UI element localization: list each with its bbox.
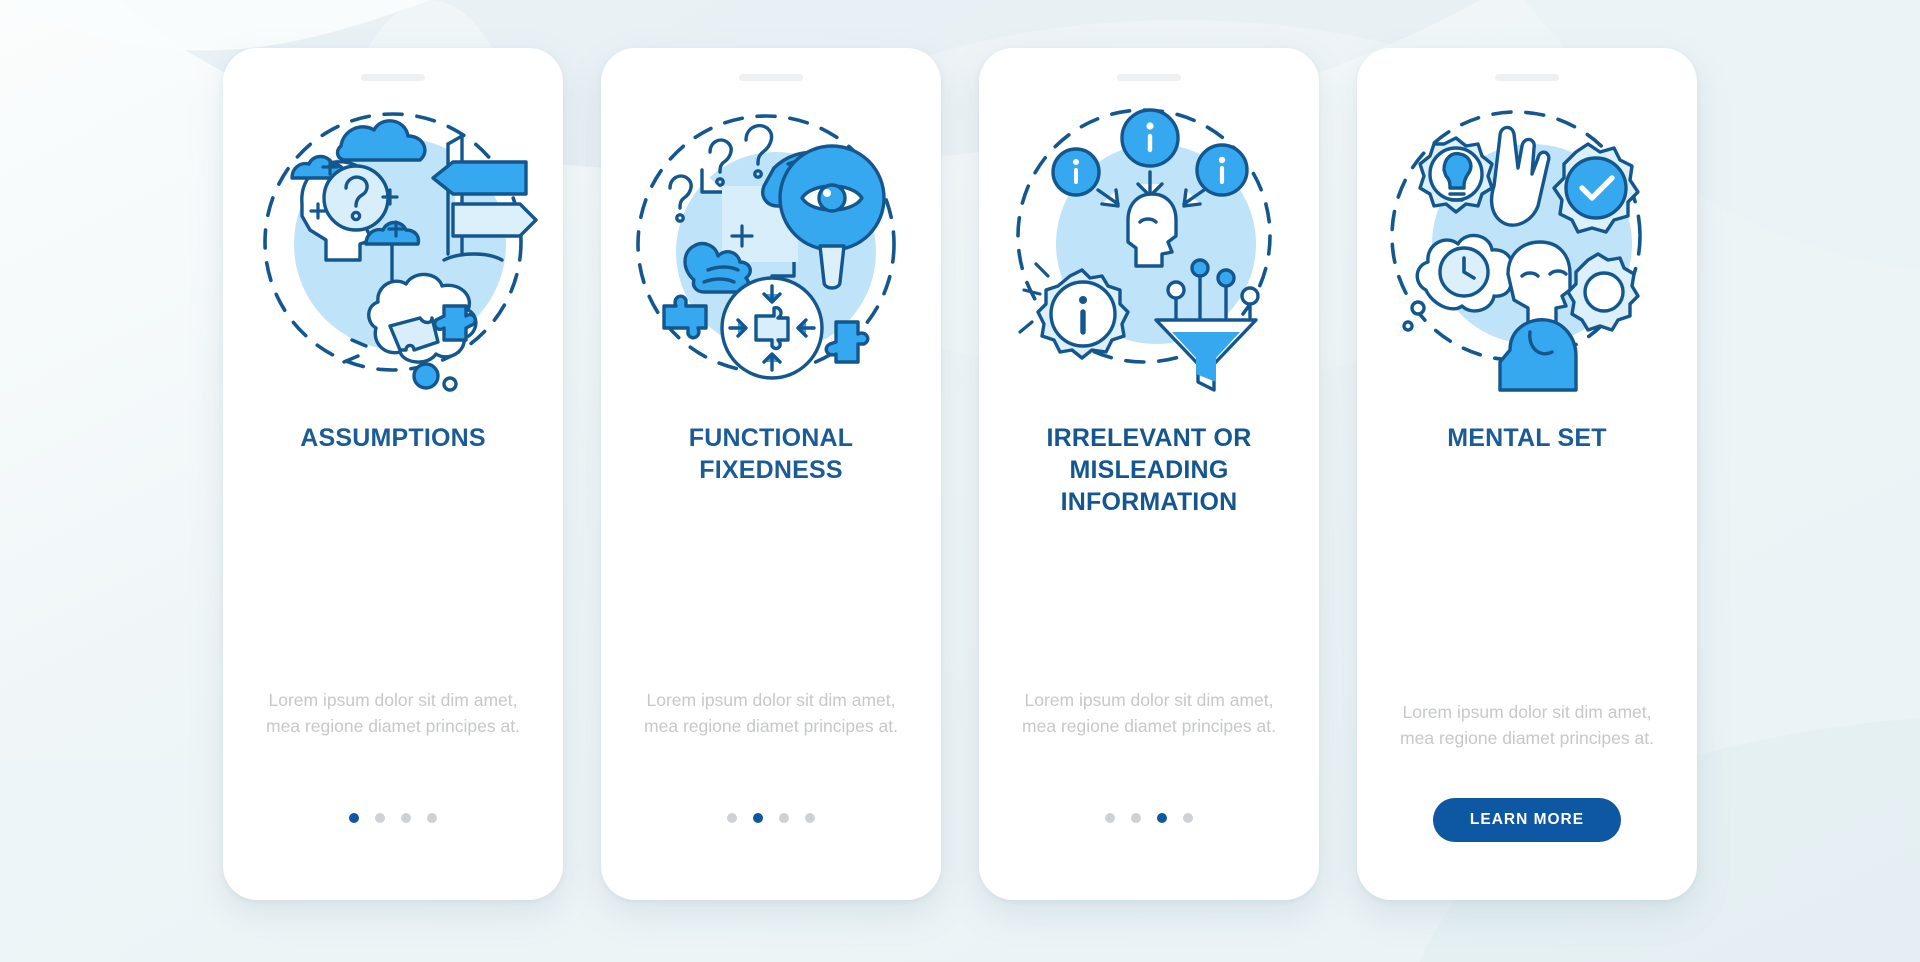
pagination-dot-4[interactable]	[1183, 813, 1193, 823]
onboarding-screen-functional-fixedness: FUNCTIONAL FIXEDNESS Lorem ipsum dolor s…	[601, 48, 941, 900]
status-notch-bar	[1117, 74, 1181, 81]
pagination-dots[interactable]	[727, 798, 815, 838]
pagination-dots[interactable]	[349, 798, 437, 838]
pagination-dot-4[interactable]	[805, 813, 815, 823]
status-notch-bar	[361, 74, 425, 81]
pagination-dot-4[interactable]	[427, 813, 437, 823]
pagination-dot-2[interactable]	[753, 813, 763, 823]
onboarding-screen-assumptions: ASSUMPTIONS Lorem ipsum dolor sit dim am…	[223, 48, 563, 900]
title-line: MENTAL SET	[1447, 424, 1607, 452]
page-title: MENTAL SET	[1388, 423, 1666, 455]
circular-arrows-icon	[720, 276, 824, 380]
status-notch-bar	[739, 74, 803, 81]
pagination-dot-2[interactable]	[375, 813, 385, 823]
pagination-dot-3[interactable]	[401, 813, 411, 823]
pagination-dot-3[interactable]	[1157, 813, 1167, 823]
page-description: Lorem ipsum dolor sit dim amet, mea regi…	[1400, 701, 1654, 749]
mental-set-illustration	[1377, 91, 1677, 397]
status-notch-bar	[1495, 74, 1559, 81]
pagination-dot-1[interactable]	[349, 813, 359, 823]
page-description: Lorem ipsum dolor sit dim amet, mea regi…	[1022, 689, 1276, 737]
lightbulb-gear-icon	[1418, 136, 1494, 214]
onboarding-screen-mental-set: MENTAL SET Lorem ipsum dolor sit dim ame…	[1357, 48, 1697, 900]
title-line: IRRELEVANT OR	[1046, 424, 1252, 452]
page-description: Lorem ipsum dolor sit dim amet, mea regi…	[644, 689, 898, 737]
page-description: Lorem ipsum dolor sit dim amet, mea regi…	[266, 689, 520, 737]
title-line: FIXEDNESS	[699, 455, 843, 484]
pagination-dot-3[interactable]	[779, 813, 789, 823]
question-mark-circle-icon	[322, 164, 390, 232]
funnel-icon	[1154, 318, 1258, 392]
assumptions-illustration	[243, 91, 543, 397]
onboarding-screens-row: ASSUMPTIONS Lorem ipsum dolor sit dim am…	[0, 0, 1920, 900]
pagination-dot-1[interactable]	[1105, 813, 1115, 823]
pagination-dot-1[interactable]	[727, 813, 737, 823]
onboarding-screen-irrelevant-information: IRRELEVANT OR MISLEADING INFORMATION Lor…	[979, 48, 1319, 900]
functional-fixedness-illustration	[621, 91, 921, 397]
title-line: ASSUMPTIONS	[300, 424, 486, 452]
title-line: INFORMATION	[1060, 487, 1238, 516]
pagination-dots[interactable]	[1105, 798, 1193, 838]
page-title: ASSUMPTIONS	[254, 423, 532, 455]
title-line: MISLEADING	[1069, 455, 1229, 484]
page-title: IRRELEVANT OR MISLEADING INFORMATION	[1010, 423, 1288, 518]
irrelevant-information-illustration	[999, 91, 1299, 397]
pagination-dot-2[interactable]	[1131, 813, 1141, 823]
page-title: FUNCTIONAL FIXEDNESS	[632, 423, 910, 487]
learn-more-button[interactable]: LEARN MORE	[1433, 798, 1621, 842]
title-line: FUNCTIONAL	[688, 424, 854, 452]
